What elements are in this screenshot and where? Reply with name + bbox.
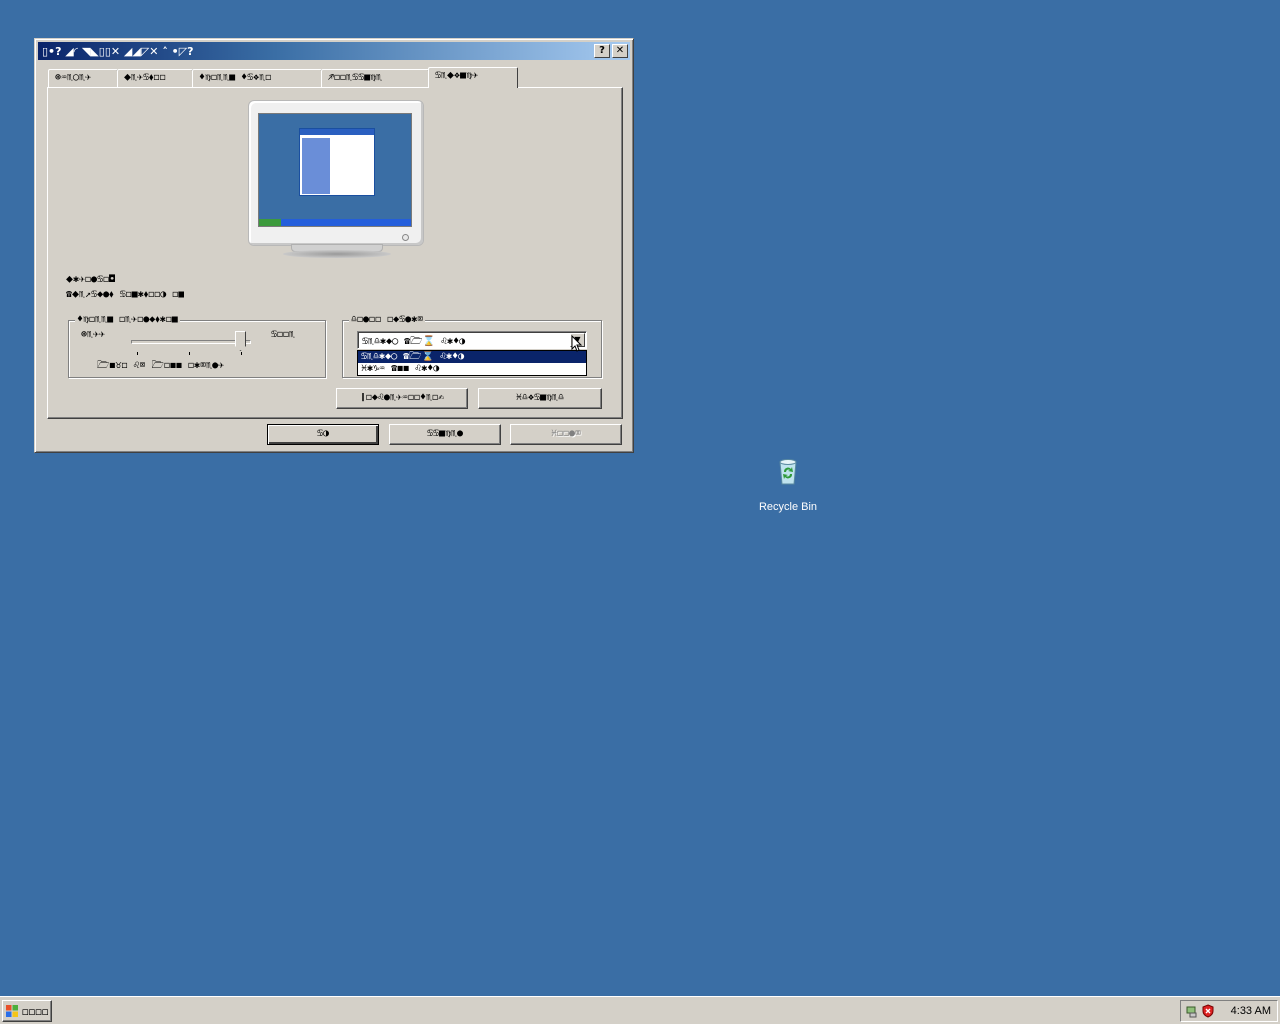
tab-appearance[interactable]: ♐◻◻♏♋♋■♍♏ xyxy=(321,69,429,88)
monitor-stand xyxy=(283,250,391,258)
mouse-cursor-icon xyxy=(571,335,583,352)
clock[interactable]: 4:33 AM xyxy=(1231,1005,1271,1017)
network-icon[interactable] xyxy=(1185,1004,1199,1018)
power-button-icon xyxy=(402,234,409,241)
tab-settings[interactable]: ♋♏⬥❖■♍✈ xyxy=(428,67,518,88)
resolution-slider-thumb[interactable] xyxy=(235,331,246,351)
recycle-bin-label: Recycle Bin xyxy=(758,501,818,513)
start-button[interactable]: ◻◻◻◻ xyxy=(2,1000,52,1022)
tab-strip: ⊛♒♏◯♏✈ ⬥♏✈♋⬧◻◻ ♦♍◻♏♏■ ♦♋❖♏◻ ♐◻◻♏♋♋■♍♏ ♋♏… xyxy=(48,66,518,88)
slider-less-label: ⊛♏✈✈ xyxy=(81,329,106,340)
start-label: ◻◻◻◻ xyxy=(22,1004,49,1018)
cancel-button[interactable]: ♋♋■♍♏● xyxy=(389,424,501,445)
preview-screen xyxy=(258,113,412,227)
settings-panel: ⬥✱✈◻●♋◻◘ ☎⬥♏↗♋◆●⬧ ♋◻■✱⬧◻◻◑ ◻■ ♦♍◻♏♏■ ◻♏✈… xyxy=(47,87,623,419)
display-label: ⬥✱✈◻●♋◻◘ xyxy=(66,274,116,285)
security-shield-icon[interactable] xyxy=(1201,1004,1215,1018)
color-quality-value: ♋♏♎✱◆◯ ☎🗁⌛ ♌✱♦◑ xyxy=(362,336,466,347)
close-button[interactable]: ✕ xyxy=(612,44,628,58)
title-bar[interactable]: ▯•? ◢◜ ◥◣▯▯✕ ◢◢◸✕ ˄ •◸? ? ✕ xyxy=(38,42,630,60)
dropdown-option[interactable]: ♓✱♑♒ ☎◼◼ ♌✱♦◑ xyxy=(358,363,586,375)
tab-themes[interactable]: ⊛♒♏◯♏✈ xyxy=(48,69,118,88)
tab-desktop[interactable]: ⬥♏✈♋⬧◻◻ xyxy=(117,69,193,88)
recycle-bin[interactable]: Recycle Bin xyxy=(752,456,824,513)
taskbar: ◻◻◻◻ 4:33 AM xyxy=(0,996,1280,1024)
resolution-slider-track[interactable] xyxy=(131,340,251,344)
system-tray: 4:33 AM xyxy=(1180,1000,1278,1022)
display-properties-dialog: ▯•? ◢◜ ◥◣▯▯✕ ◢◢◸✕ ˄ •◸? ? ✕ ⊛♒♏◯♏✈ ⬥♏✈♋⬧… xyxy=(34,38,634,453)
help-button[interactable]: ? xyxy=(594,44,610,58)
monitor-preview-icon xyxy=(248,100,424,258)
windows-logo-icon xyxy=(6,1005,18,1017)
dropdown-option[interactable]: ♋♏♎✱◆◯ ☎🗁⌛ ♌✱♦◑ xyxy=(358,351,586,363)
slider-more-label: ♋◻◻♏ xyxy=(271,329,296,340)
troubleshoot-button[interactable]: ❙◻◆♌●♏✈♒◻◻♦♏◻✍ xyxy=(336,388,468,409)
resolution-value: 🗁◼♉◻ ♌⌧ 🗁◻◼◼ ◻✱⌧♏●✈ xyxy=(97,360,225,371)
screen-resolution-group: ♦♍◻♏♏■ ◻♏✈◻●◆⬧✱◻■ ⊛♏✈✈ ♋◻◻♏ 🗁◼♉◻ ♌⌧ 🗁◻◼◼… xyxy=(68,314,326,378)
ok-button[interactable]: ♋◑ xyxy=(267,424,379,445)
color-quality-select[interactable]: ♋♏♎✱◆◯ ☎🗁⌛ ♌✱♦◑ ▼ xyxy=(357,331,587,349)
color-quality-dropdown: ♋♏♎✱◆◯ ☎🗁⌛ ♌✱♦◑ ♓✱♑♒ ☎◼◼ ♌✱♦◑ xyxy=(357,350,587,376)
window-title: ▯•? ◢◜ ◥◣▯▯✕ ◢◢◸✕ ˄ •◸? xyxy=(42,44,194,58)
preview-start-button xyxy=(259,219,281,226)
color-quality-group: ♎◻●◻◻ ◻◆♋●✱⌧ ♋♏♎✱◆◯ ☎🗁⌛ ♌✱♦◑ ▼ ♋♏♎✱◆◯ ☎🗁… xyxy=(342,314,602,378)
screen-resolution-legend: ♦♍◻♏♏■ ◻♏✈◻●◆⬧✱◻■ xyxy=(75,314,180,325)
preview-window xyxy=(299,128,375,196)
preview-taskbar xyxy=(259,219,411,226)
recycle-bin-icon xyxy=(779,459,797,485)
advanced-button[interactable]: ♓♎❖♋■♍♏♎ xyxy=(478,388,602,409)
apply-button[interactable]: ♓◻◻●⌧ xyxy=(510,424,622,445)
display-device-name: ☎⬥♏↗♋◆●⬧ ♋◻■✱⬧◻◻◑ ◻■ xyxy=(66,289,185,300)
tab-screen-saver[interactable]: ♦♍◻♏♏■ ♦♋❖♏◻ xyxy=(192,69,322,88)
color-quality-legend: ♎◻●◻◻ ◻◆♋●✱⌧ xyxy=(349,314,426,325)
